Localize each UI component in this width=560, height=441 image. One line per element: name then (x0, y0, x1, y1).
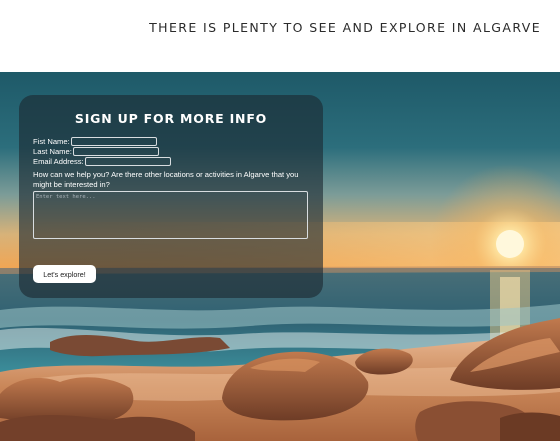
last-name-input[interactable] (72, 147, 159, 156)
first-name-input[interactable] (70, 137, 157, 146)
explore-submit-button[interactable]: Let's explore! (33, 265, 96, 283)
site-header: THERE IS PLENTY TO SEE AND EXPLORE IN AL… (0, 0, 560, 72)
page-title: THERE IS PLENTY TO SEE AND EXPLORE IN AL… (149, 20, 541, 35)
last-name-label: Last Name: (33, 147, 72, 156)
first-name-label: Fist Name: (33, 137, 70, 146)
signup-form-panel: SIGN UP FOR MORE INFO Fist Name: Last Na… (19, 95, 323, 298)
email-row: Email Address: (33, 157, 171, 166)
email-label: Email Address: (33, 157, 84, 166)
last-name-row: Last Name: (33, 147, 159, 156)
help-question: How can we help you? Are there other loc… (33, 170, 299, 189)
form-title: SIGN UP FOR MORE INFO (74, 111, 268, 126)
first-name-row: Fist Name: (33, 137, 157, 146)
message-textarea[interactable] (33, 191, 308, 239)
email-input[interactable] (84, 157, 171, 166)
